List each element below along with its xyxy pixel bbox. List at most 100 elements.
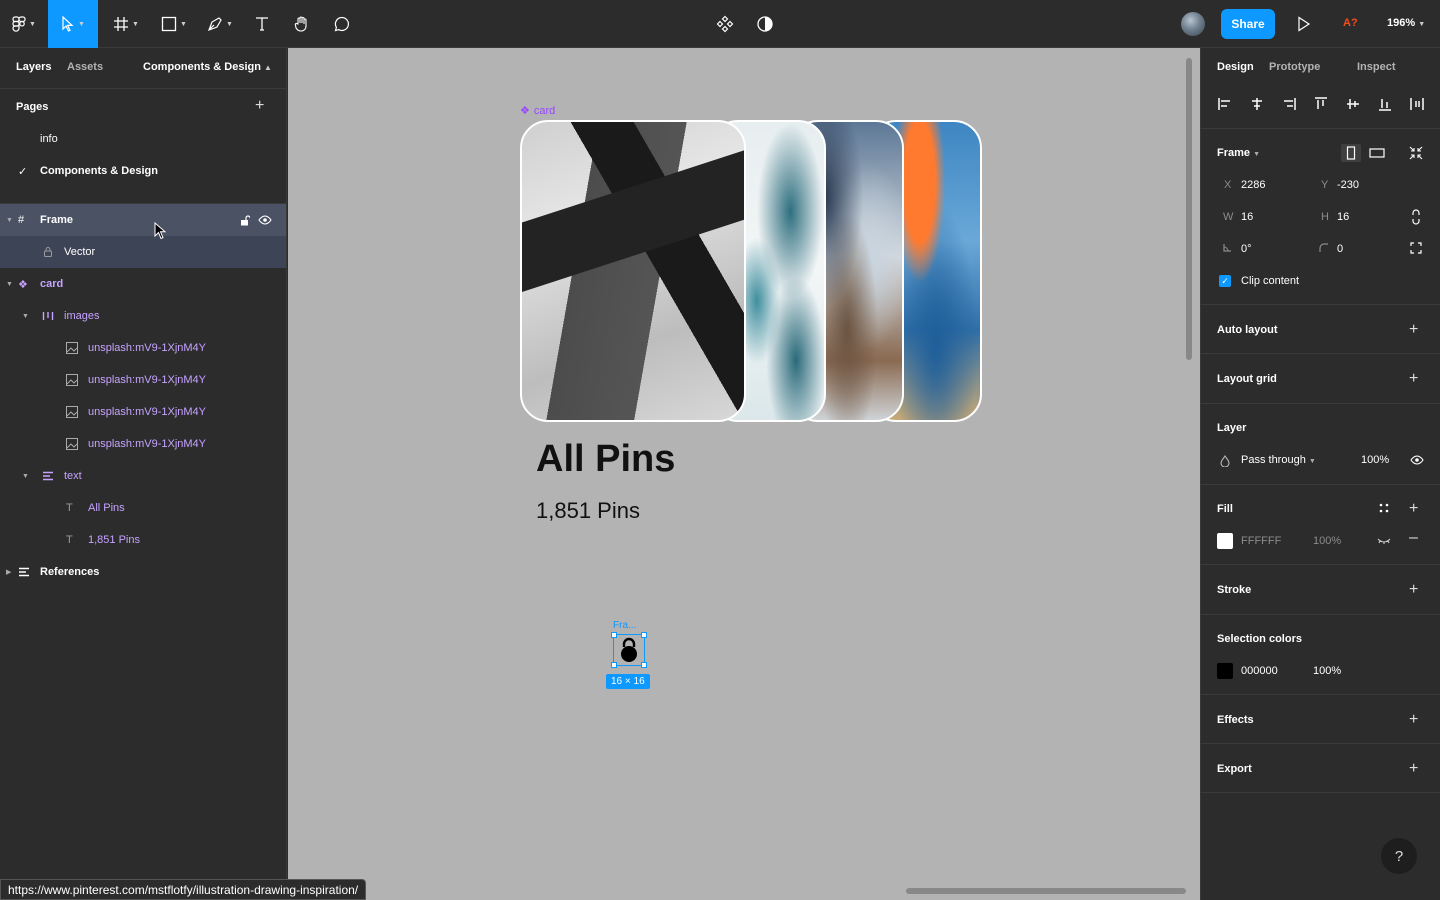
selection-color-swatch[interactable]	[1217, 663, 1233, 679]
comment-tool-button[interactable]	[330, 0, 354, 48]
hand-tool-button[interactable]	[290, 0, 314, 48]
contrast-toggle-button[interactable]	[756, 0, 774, 48]
independent-corners-icon[interactable]	[1410, 242, 1422, 254]
layer-row-frame[interactable]: ▼ # Frame	[0, 204, 286, 236]
add-page-button[interactable]: +	[255, 98, 264, 114]
avatar[interactable]	[1181, 12, 1205, 36]
left-panel-tabs: Layers Assets Components & Design ▲	[0, 48, 287, 88]
present-button[interactable]	[1297, 16, 1311, 35]
zoom-menu[interactable]: 196% ▼	[1387, 17, 1425, 29]
frame-preset-dropdown[interactable]: Frame ▼	[1217, 147, 1260, 159]
image-icon	[66, 438, 78, 450]
move-tool-button[interactable]: ▼	[48, 0, 98, 48]
y-input[interactable]: -230	[1337, 179, 1359, 191]
align-left-icon[interactable]	[1217, 96, 1233, 112]
blend-mode-dropdown[interactable]: Pass through ▼	[1241, 454, 1316, 466]
card-images[interactable]	[520, 120, 982, 422]
align-horizontal-center-icon[interactable]	[1249, 96, 1265, 112]
portrait-orientation-icon[interactable]	[1341, 144, 1361, 162]
add-auto-layout-button[interactable]: +	[1409, 322, 1418, 338]
caret-down-icon[interactable]: ▼	[22, 313, 29, 320]
style-grid-icon[interactable]	[1379, 503, 1389, 513]
canvas[interactable]: ❖ card All Pins 1,851 Pins Fra... 16 × 1…	[288, 48, 1200, 900]
card-title[interactable]: All Pins	[536, 438, 675, 481]
height-input[interactable]: 16	[1337, 211, 1349, 223]
caret-right-icon[interactable]: ▶	[6, 568, 11, 576]
eye-closed-icon[interactable]	[1377, 537, 1391, 545]
add-effect-button[interactable]: +	[1409, 712, 1418, 728]
lock-icon	[621, 637, 637, 662]
fill-opacity-input[interactable]: 100%	[1313, 535, 1341, 547]
page-item-info[interactable]: info	[40, 133, 58, 145]
caret-down-icon[interactable]: ▼	[6, 217, 13, 224]
align-bottom-icon[interactable]	[1377, 96, 1393, 112]
caret-down-icon[interactable]: ▼	[22, 473, 29, 480]
main-menu-button[interactable]: ▼	[0, 0, 48, 48]
tab-prototype[interactable]: Prototype	[1269, 61, 1320, 73]
resize-to-fit-icon[interactable]	[1409, 146, 1423, 160]
remove-fill-button[interactable]: –	[1409, 530, 1418, 546]
user-badge[interactable]: A?	[1343, 17, 1358, 29]
selection-color-hex[interactable]: 000000	[1241, 665, 1278, 677]
add-layout-grid-button[interactable]: +	[1409, 371, 1418, 387]
tab-inspect[interactable]: Inspect	[1357, 61, 1396, 73]
fill-hex-input[interactable]: FFFFFF	[1241, 535, 1281, 547]
layer-row-card[interactable]: ▼ ❖ card	[0, 268, 286, 300]
chevron-down-icon: ▼	[29, 20, 36, 28]
caret-down-icon[interactable]: ▼	[6, 281, 13, 288]
tab-design[interactable]: Design	[1217, 61, 1254, 73]
effects-title: Effects	[1217, 714, 1254, 726]
align-top-icon[interactable]	[1313, 96, 1329, 112]
layer-row-text[interactable]: ▼ text	[0, 460, 286, 492]
blend-mode-value: Pass through	[1241, 454, 1306, 466]
horizontal-scrollbar[interactable]	[906, 888, 1186, 894]
layer-row-image[interactable]: unsplash:mV9-1XjnM4Y	[0, 332, 286, 364]
eye-icon[interactable]	[258, 215, 272, 225]
text-tool-button[interactable]	[250, 0, 274, 48]
unlock-icon[interactable]	[240, 214, 250, 226]
layer-row-image[interactable]: unsplash:mV9-1XjnM4Y	[0, 364, 286, 396]
layer-row-text-pin-count[interactable]: T 1,851 Pins	[0, 524, 286, 556]
x-input[interactable]: 2286	[1241, 179, 1265, 191]
resize-handle[interactable]	[641, 632, 647, 638]
vertical-scrollbar[interactable]	[1186, 58, 1192, 360]
add-fill-button[interactable]: +	[1409, 501, 1418, 517]
layer-row-vector[interactable]: Vector	[0, 236, 286, 268]
resize-handle[interactable]	[611, 632, 617, 638]
distribute-icon[interactable]	[1409, 96, 1425, 112]
corner-radius-input[interactable]: 0	[1337, 243, 1343, 255]
align-vertical-center-icon[interactable]	[1345, 96, 1361, 112]
tab-layers[interactable]: Layers	[16, 61, 51, 73]
component-label[interactable]: ❖ card	[520, 104, 555, 118]
shape-tool-button[interactable]: ▼	[154, 0, 194, 48]
components-button[interactable]	[716, 0, 734, 48]
add-stroke-button[interactable]: +	[1409, 582, 1418, 598]
layer-row-references[interactable]: ▶ References	[0, 556, 286, 588]
eye-icon[interactable]	[1410, 455, 1424, 465]
share-button[interactable]: Share	[1221, 9, 1275, 39]
layer-row-images[interactable]: ▼ images	[0, 300, 286, 332]
layer-row-image[interactable]: unsplash:mV9-1XjnM4Y	[0, 396, 286, 428]
constrain-proportions-icon[interactable]	[1411, 209, 1421, 225]
pen-tool-button[interactable]: ▼	[200, 0, 240, 48]
resize-handle[interactable]	[611, 662, 617, 668]
layer-row-image[interactable]: unsplash:mV9-1XjnM4Y	[0, 428, 286, 460]
width-input[interactable]: 16	[1241, 211, 1253, 223]
selection-color-opacity[interactable]: 100%	[1313, 665, 1341, 677]
align-right-icon[interactable]	[1281, 96, 1297, 112]
add-export-button[interactable]: +	[1409, 761, 1418, 777]
help-button[interactable]: ?	[1381, 838, 1417, 874]
frame-tool-button[interactable]: ▼	[106, 0, 146, 48]
clip-content-checkbox[interactable]: ✓	[1219, 275, 1231, 287]
resize-handle[interactable]	[641, 662, 647, 668]
tab-assets[interactable]: Assets	[67, 61, 103, 73]
fill-swatch[interactable]	[1217, 533, 1233, 549]
rotation-input[interactable]: 0°	[1241, 243, 1252, 255]
landscape-orientation-icon[interactable]	[1369, 146, 1385, 160]
card-subtitle[interactable]: 1,851 Pins	[536, 498, 640, 524]
layer-opacity-input[interactable]: 100%	[1361, 454, 1389, 466]
divider	[1201, 403, 1440, 404]
page-selector[interactable]: Components & Design ▲	[143, 61, 272, 73]
page-item-components-design[interactable]: Components & Design	[40, 165, 158, 177]
layer-row-text-all-pins[interactable]: T All Pins	[0, 492, 286, 524]
